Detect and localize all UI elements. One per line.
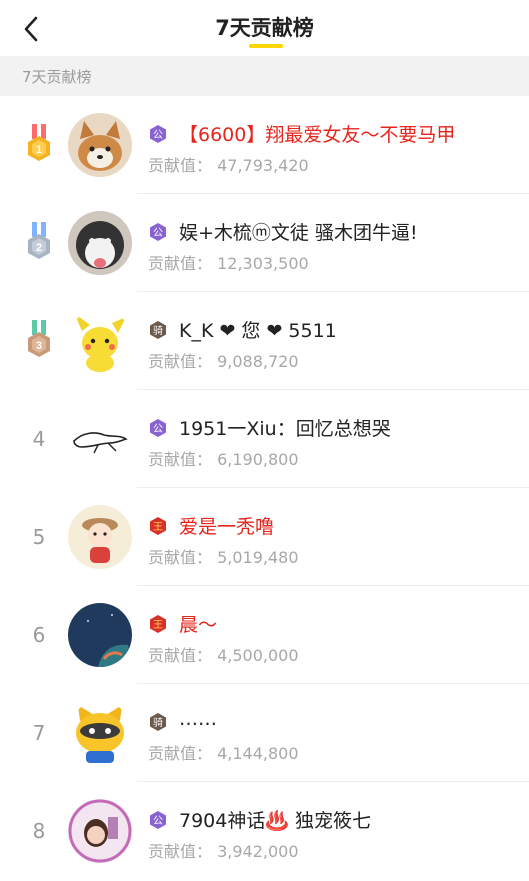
ranking-row[interactable]: 1 公 【6600】翔最爱女友～不要马甲 贡献值： 47,793,420 (0, 96, 529, 194)
page-title: 7天贡献榜 (215, 16, 314, 40)
badge-icon: 公 (150, 125, 166, 143)
score-label: 贡献值： (148, 744, 213, 763)
section-header: 7天贡献榜 (0, 56, 529, 96)
user-name: …… (179, 708, 217, 730)
score-label: 贡献值： (148, 842, 213, 861)
shiba-dog-avatar (68, 113, 132, 177)
user-name: 【6600】翔最爱女友～不要马甲 (179, 124, 456, 146)
avatar[interactable] (68, 309, 132, 373)
girl-photo-avatar (68, 799, 132, 863)
badge-icon: 骑 (150, 321, 166, 339)
score-label: 贡献值： (148, 156, 213, 175)
rank-number: 6 (32, 623, 46, 647)
avatar[interactable] (68, 407, 132, 471)
rank-medal-silver: 2 (20, 194, 58, 292)
rank-number: 5 (32, 525, 46, 549)
night-scene-avatar (68, 603, 132, 667)
silver-medal-icon: 2 (28, 222, 50, 259)
score-label: 贡献值： (148, 254, 213, 273)
badge-icon: 王 (150, 615, 166, 633)
score-label: 贡献值： (148, 450, 213, 469)
pikachu-avatar (68, 309, 132, 373)
contribution-score: 贡献值： 5,019,480 (148, 544, 299, 568)
role-badge: 骑 (148, 712, 168, 732)
score-value: 6,190,800 (217, 450, 299, 469)
user-name: 1951一Xiu：回忆总想哭 (179, 418, 391, 440)
jaguar-logo-avatar (68, 407, 132, 471)
user-name: 爱是一秃噜 (179, 516, 275, 538)
contribution-score: 贡献值： 3,942,000 (148, 838, 299, 862)
role-badge: 骑 (148, 320, 168, 340)
badge-icon: 公 (150, 811, 166, 829)
svg-text:王: 王 (153, 522, 163, 533)
badge-icon: 公 (150, 223, 166, 241)
score-value: 3,942,000 (217, 842, 299, 861)
svg-text:3: 3 (36, 340, 42, 352)
rank-number: 7 (32, 721, 46, 745)
svg-text:公: 公 (153, 424, 163, 435)
rank-medal-gold: 1 (20, 96, 58, 194)
contribution-score: 贡献值： 6,190,800 (148, 446, 299, 470)
rank-medal-bronze: 3 (20, 292, 58, 390)
avatar[interactable] (68, 701, 132, 765)
husky-dog-avatar (68, 211, 132, 275)
ranking-row[interactable]: 7 骑 …… 贡献值： 4,144,800 (0, 684, 529, 782)
score-value: 5,019,480 (217, 548, 299, 567)
user-name: 7904神话♨️ 独宠筱七 (179, 810, 372, 832)
avatar[interactable] (68, 505, 132, 569)
svg-text:公: 公 (153, 228, 163, 239)
badge-icon: 公 (150, 419, 166, 437)
ranking-list: 1 公 【6600】翔最爱女友～不要马甲 贡献值： 47,793,420 2 公… (0, 96, 529, 880)
contribution-score: 贡献值： 4,500,000 (148, 642, 299, 666)
svg-text:王: 王 (153, 620, 163, 631)
svg-text:骑: 骑 (153, 324, 163, 337)
contribution-score: 贡献值： 9,088,720 (148, 348, 299, 372)
cartoon-boy-avatar (68, 505, 132, 569)
score-value: 4,500,000 (217, 646, 299, 665)
role-badge: 公 (148, 124, 168, 144)
avatar[interactable] (68, 113, 132, 177)
avatar[interactable] (68, 211, 132, 275)
badge-icon: 王 (150, 517, 166, 535)
contribution-score: 贡献值： 12,303,500 (148, 250, 309, 274)
role-badge: 公 (148, 418, 168, 438)
score-label: 贡献值： (148, 646, 213, 665)
svg-text:公: 公 (153, 816, 163, 827)
user-name: 娱+木梳ⓜ文徒 骚木团牛逼! (179, 222, 418, 244)
score-value: 4,144,800 (217, 744, 299, 763)
role-badge: 公 (148, 810, 168, 830)
ranking-row[interactable]: 8 公 7904神话♨️ 独宠筱七 贡献值： 3,942,000 (0, 782, 529, 880)
svg-text:1: 1 (36, 144, 42, 156)
avatar[interactable] (68, 603, 132, 667)
bronze-medal-icon: 3 (28, 320, 50, 357)
avatar[interactable] (68, 799, 132, 863)
user-name: K_K ❤ 您 ❤ 5511 (179, 320, 337, 342)
contribution-score: 贡献值： 4,144,800 (148, 740, 299, 764)
role-badge: 王 (148, 516, 168, 536)
score-value: 9,088,720 (217, 352, 299, 371)
rank-number: 8 (32, 819, 46, 843)
role-badge: 王 (148, 614, 168, 634)
user-name: 晨～ (179, 614, 218, 636)
svg-text:骑: 骑 (153, 716, 163, 729)
rank-number: 4 (32, 427, 46, 451)
score-label: 贡献值： (148, 548, 213, 567)
ranking-row[interactable]: 2 公 娱+木梳ⓜ文徒 骚木团牛逼! 贡献值： 12,303,500 (0, 194, 529, 292)
contribution-score: 贡献值： 47,793,420 (148, 152, 309, 176)
svg-text:公: 公 (153, 130, 163, 141)
score-value: 47,793,420 (217, 156, 309, 175)
score-value: 12,303,500 (217, 254, 309, 273)
raccoon-mascot-avatar (68, 701, 132, 765)
role-badge: 公 (148, 222, 168, 242)
score-label: 贡献值： (148, 352, 213, 371)
nav-header: 7天贡献榜 (0, 0, 529, 56)
ranking-row[interactable]: 3 骑 K_K ❤ 您 ❤ 5511 贡献值： 9,088,720 (0, 292, 529, 390)
gold-medal-icon: 1 (28, 124, 50, 161)
ranking-row[interactable]: 5 王 爱是一秃噜 贡献值： 5,019,480 (0, 488, 529, 586)
badge-icon: 骑 (150, 713, 166, 731)
svg-text:2: 2 (36, 242, 42, 254)
ranking-row[interactable]: 4 公 1951一Xiu：回忆总想哭 贡献值： 6,190,800 (0, 390, 529, 488)
ranking-row[interactable]: 6 王 晨～ 贡献值： 4,500,000 (0, 586, 529, 684)
title-underline (249, 44, 283, 48)
